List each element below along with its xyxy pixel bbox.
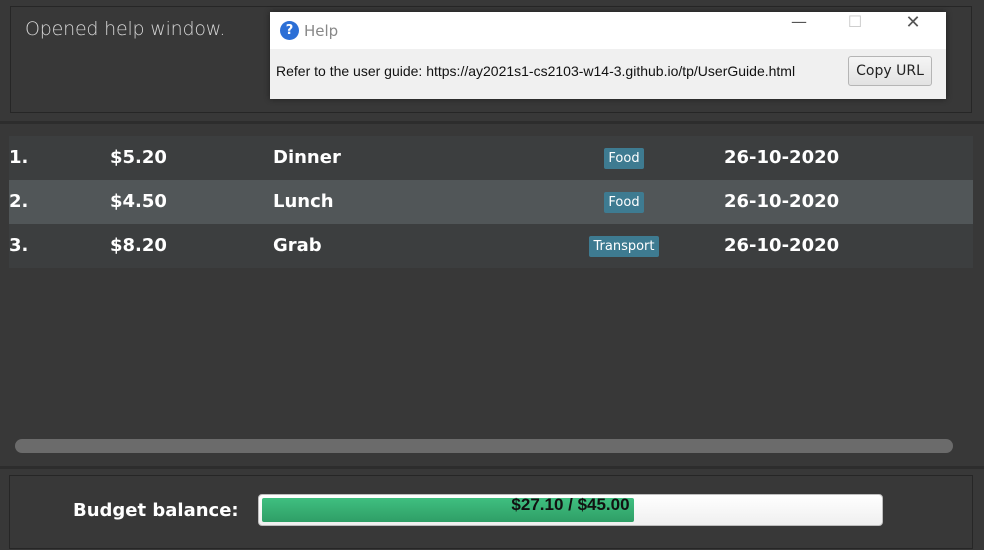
expense-index: 2.: [9, 191, 29, 212]
expense-amount: $8.20: [110, 235, 167, 256]
expense-row[interactable]: 1. $5.20 Dinner Food 26-10-2020: [9, 136, 973, 180]
question-circle-icon: ?: [280, 21, 299, 40]
expense-tag-cell: Food: [545, 136, 703, 180]
horizontal-scrollbar[interactable]: [15, 439, 953, 453]
close-button[interactable]: ✕: [890, 12, 936, 49]
expense-tag: Food: [604, 191, 644, 213]
expense-tag-cell: Transport: [545, 224, 703, 268]
expense-description: Grab: [273, 235, 322, 256]
expense-date: 26-10-2020: [724, 235, 840, 256]
expense-amount: $5.20: [110, 147, 167, 168]
minimize-button[interactable]: —: [776, 12, 822, 49]
help-message: Refer to the user guide: https://ay2021s…: [276, 63, 796, 79]
budget-label: Budget balance:: [73, 500, 239, 521]
maximize-button[interactable]: ☐: [832, 12, 878, 49]
expense-list: 1. $5.20 Dinner Food 26-10-2020 2. $4.50…: [9, 136, 973, 268]
help-window-title: Help: [304, 22, 339, 40]
expense-date: 26-10-2020: [724, 147, 840, 168]
budget-balance-text: $27.10 / $45.00: [511, 495, 630, 514]
expense-amount: $4.50: [110, 191, 167, 212]
expense-tag: Transport: [589, 235, 659, 257]
expense-description: Dinner: [273, 147, 341, 168]
expense-description: Lunch: [273, 191, 334, 212]
copy-url-button[interactable]: Copy URL: [848, 56, 932, 86]
expense-index: 1.: [9, 147, 29, 168]
result-message: Opened help window.: [25, 18, 226, 40]
divider: [0, 121, 984, 124]
budget-panel: Budget balance: $27.10 / $45.00: [9, 475, 973, 549]
expense-tag: Food: [604, 147, 644, 169]
expense-index: 3.: [9, 235, 29, 256]
budget-progress-bar: $27.10 / $45.00: [258, 494, 883, 526]
divider: [0, 466, 984, 469]
expense-tag-cell: Food: [545, 180, 703, 224]
help-window: ? Help — ☐ ✕ Refer to the user guide: ht…: [270, 12, 946, 99]
expense-row[interactable]: 3. $8.20 Grab Transport 26-10-2020: [9, 224, 973, 268]
help-window-titlebar[interactable]: ? Help — ☐ ✕: [270, 12, 946, 49]
expense-row[interactable]: 2. $4.50 Lunch Food 26-10-2020: [9, 180, 973, 224]
expense-date: 26-10-2020: [724, 191, 840, 212]
